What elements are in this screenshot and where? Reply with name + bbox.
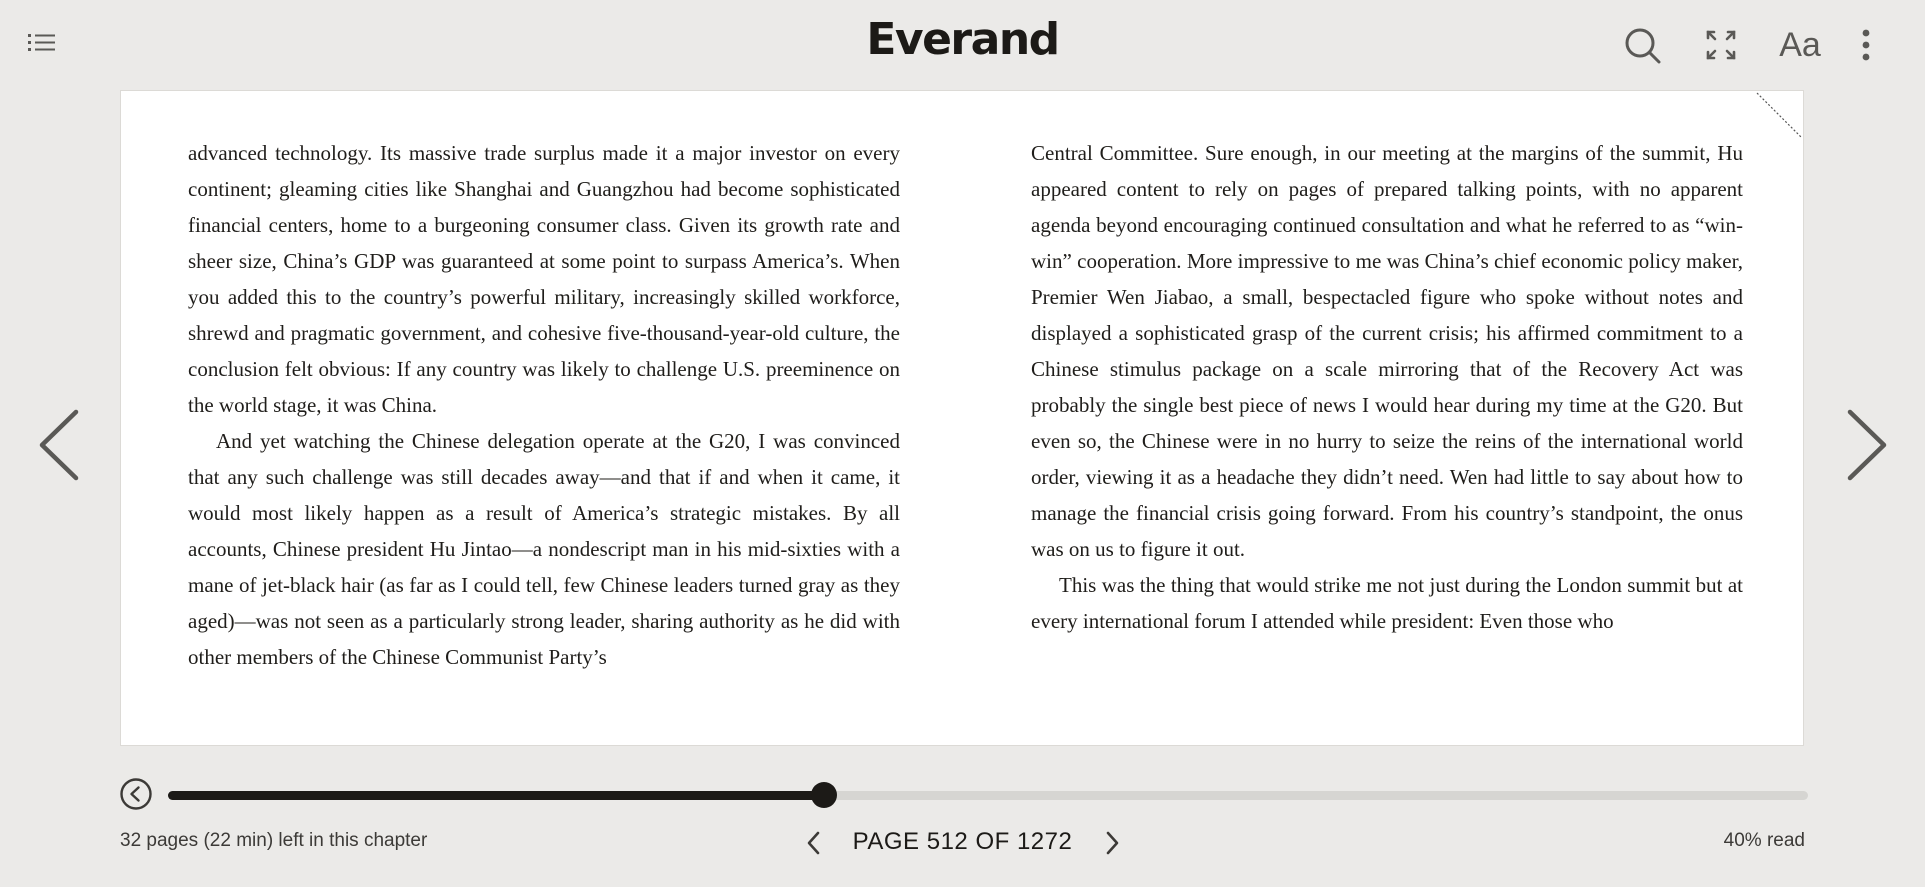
chevron-left-icon — [39, 409, 79, 481]
paragraph: advanced technology. Its massive trade s… — [188, 141, 900, 417]
chevron-right-icon — [1847, 409, 1887, 481]
book-page: advanced technology. Its massive trade s… — [120, 90, 1804, 746]
page-corner-bookmark-icon[interactable] — [1755, 91, 1803, 139]
percent-read-text: 40% read — [1723, 830, 1805, 851]
paragraph: And yet watching the Chinese delegation … — [188, 429, 900, 669]
progress-slider-thumb[interactable] — [811, 782, 837, 808]
circle-back-icon — [120, 778, 152, 810]
search-icon — [1625, 28, 1661, 64]
next-page-button[interactable] — [1836, 400, 1896, 490]
search-button[interactable] — [1620, 22, 1666, 68]
previous-page-button[interactable] — [30, 400, 90, 490]
paragraph: This was the thing that would strike me … — [1031, 573, 1743, 633]
progress-fill — [168, 791, 824, 800]
chevron-right-icon — [1106, 831, 1119, 855]
fullscreen-button[interactable] — [1698, 22, 1744, 68]
more-options-button[interactable] — [1848, 22, 1884, 68]
left-text-column: advanced technology. Its massive trade s… — [188, 135, 900, 675]
font-settings-button[interactable]: Aa — [1772, 22, 1828, 68]
right-text-column: Central Committee. Sure enough, in our m… — [1031, 135, 1743, 639]
font-settings-icon: Aa — [1779, 26, 1821, 64]
page-counter: PAGE 512 OF 1272 — [852, 828, 1073, 855]
next-page-small-button[interactable] — [1098, 828, 1126, 858]
fullscreen-icon — [1706, 30, 1736, 60]
back-to-previous-location-button[interactable] — [119, 777, 153, 811]
more-vertical-icon — [1862, 29, 1870, 61]
paragraph: Central Committee. Sure enough, in our m… — [1031, 141, 1743, 561]
